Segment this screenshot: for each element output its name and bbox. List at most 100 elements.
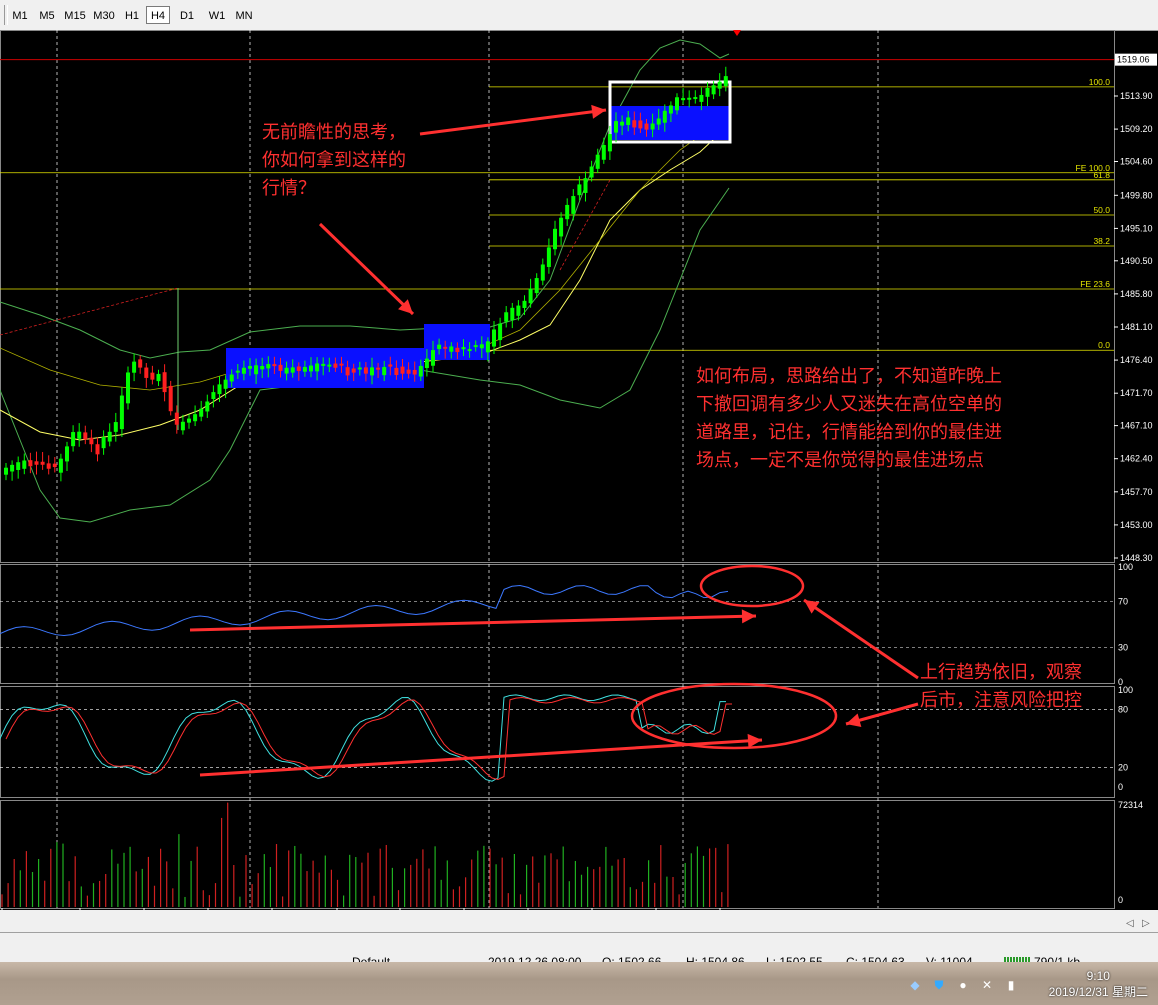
timeframe-w1-button[interactable]: W1 — [204, 6, 230, 24]
timeframe-h4-button[interactable]: H4 — [146, 6, 170, 24]
candlestick — [595, 154, 600, 169]
stoch-axis-label: 100 — [1118, 685, 1133, 695]
annotation-arrow — [199, 738, 763, 777]
candlestick — [699, 94, 704, 102]
candlestick — [589, 166, 594, 178]
candlestick — [199, 408, 204, 417]
candlestick — [119, 395, 124, 430]
fib-level-label: 50.0 — [1093, 205, 1110, 215]
candlestick — [400, 366, 405, 374]
candlestick — [241, 367, 246, 374]
candlestick — [473, 345, 478, 348]
volume-axis-label: 72314 — [1118, 800, 1143, 810]
candlestick — [278, 364, 283, 371]
annotation-line: 上行趋势依旧，观察 — [920, 662, 1082, 682]
candlestick — [467, 349, 472, 352]
rsi-axis-label: 100 — [1118, 562, 1133, 572]
annotation-arrow-head — [846, 713, 862, 727]
qq-penguin-icon[interactable]: ● — [956, 978, 970, 992]
candlestick — [675, 97, 679, 111]
timeframe-m1-button[interactable]: M1 — [8, 6, 32, 24]
clock-time: 9:10 — [1086, 969, 1110, 983]
candlestick — [162, 372, 167, 393]
signal-icon[interactable]: ▮ — [1004, 978, 1018, 992]
candlestick — [254, 365, 259, 375]
candlestick — [406, 369, 411, 374]
candlestick — [156, 373, 161, 382]
clock-date: 2019/12/31 星期二 — [1048, 985, 1148, 999]
candlestick — [248, 366, 252, 369]
candlestick — [174, 412, 179, 425]
rsi-line — [0, 584, 729, 637]
price-axis-label: 1471.70 — [1120, 388, 1153, 398]
candlestick — [107, 431, 112, 442]
candlestick — [309, 365, 313, 372]
candlestick — [479, 344, 484, 349]
candlestick — [211, 392, 216, 400]
candlestick — [540, 264, 545, 281]
candlestick — [382, 367, 387, 376]
main-panel-border — [0, 30, 1115, 563]
candlestick — [455, 347, 460, 353]
fib-level-label: 61.8 — [1093, 170, 1110, 180]
candlestick — [534, 278, 539, 294]
candlestick — [424, 358, 429, 369]
timeframe-mn-button[interactable]: MN — [232, 6, 256, 24]
timeframe-d1-button[interactable]: D1 — [174, 6, 200, 24]
candlestick — [504, 312, 509, 322]
candlestick — [412, 369, 417, 375]
candlestick — [443, 346, 448, 349]
shield-icon[interactable]: ⛊ — [932, 978, 946, 992]
status-bar: Default 2019.12.26 08:00 O: 1502.66 H: 1… — [0, 932, 1158, 963]
candlestick — [168, 385, 173, 412]
candlestick — [376, 367, 381, 370]
candlestick — [565, 204, 570, 220]
candlestick — [22, 460, 27, 469]
price-axis-label: 1467.10 — [1120, 421, 1153, 431]
candlestick — [101, 437, 106, 449]
candlestick — [205, 401, 210, 412]
candlestick — [150, 372, 155, 380]
candlestick — [187, 418, 191, 423]
fib-level-label: 38.2 — [1093, 236, 1110, 246]
price-chart[interactable]: 1513.90 1509.20 1504.60 1499.80 1495.10 1490.… — [0, 30, 1158, 932]
candlestick — [571, 196, 576, 214]
candlestick — [16, 462, 21, 470]
candlestick — [668, 105, 673, 114]
timeframe-m15-button[interactable]: M15 — [62, 6, 88, 24]
candlestick — [260, 366, 265, 370]
taskbar: ◆ ⛊ ● ✕ ▮ 9:10 2019/12/31 星期二 — [0, 962, 1158, 1005]
mute-speaker-icon[interactable]: ✕ — [980, 978, 994, 992]
candlestick — [449, 346, 454, 352]
timeframe-m5-button[interactable]: M5 — [34, 6, 60, 24]
scroll-right-icon: ▷ — [1142, 918, 1150, 929]
annotation-bottom-right: 上行趋势依旧，观察 后市，注意风险把控 — [920, 658, 1082, 714]
annotation-arrow-head — [741, 609, 756, 624]
candlestick — [40, 461, 45, 465]
stoch-axis-label: 80 — [1118, 704, 1128, 714]
candlestick — [83, 432, 88, 440]
price-axis-label: 1462.40 — [1120, 454, 1153, 464]
candlestick — [235, 370, 240, 373]
candlestick — [113, 422, 118, 432]
timeframe-m30-button[interactable]: M30 — [90, 6, 118, 24]
network-tray-icon[interactable]: ◆ — [908, 978, 922, 992]
annotation-arrow — [318, 222, 415, 316]
candlestick — [266, 364, 271, 369]
system-clock[interactable]: 9:10 2019/12/31 星期二 — [1049, 968, 1148, 1000]
timeframe-h1-button[interactable]: H1 — [120, 6, 144, 24]
price-axis-label: 1513.90 — [1120, 91, 1153, 101]
candlestick — [138, 359, 143, 368]
price-axis-label: 1495.10 — [1120, 223, 1153, 233]
fib-level-label: FE 23.6 — [1080, 279, 1110, 289]
candlestick — [418, 365, 423, 377]
annotation-line: 场点，一定不是你觉得的最佳进场点 — [696, 450, 984, 470]
current-price-label: 1519.06 — [1117, 55, 1150, 65]
candlestick — [321, 363, 326, 366]
candlestick — [180, 421, 185, 431]
candlestick — [46, 463, 51, 469]
fib-level-label: 0.0 — [1098, 340, 1110, 350]
annotation-line: 行情？ — [262, 178, 316, 198]
candlestick — [644, 123, 649, 130]
candlestick — [370, 367, 374, 376]
